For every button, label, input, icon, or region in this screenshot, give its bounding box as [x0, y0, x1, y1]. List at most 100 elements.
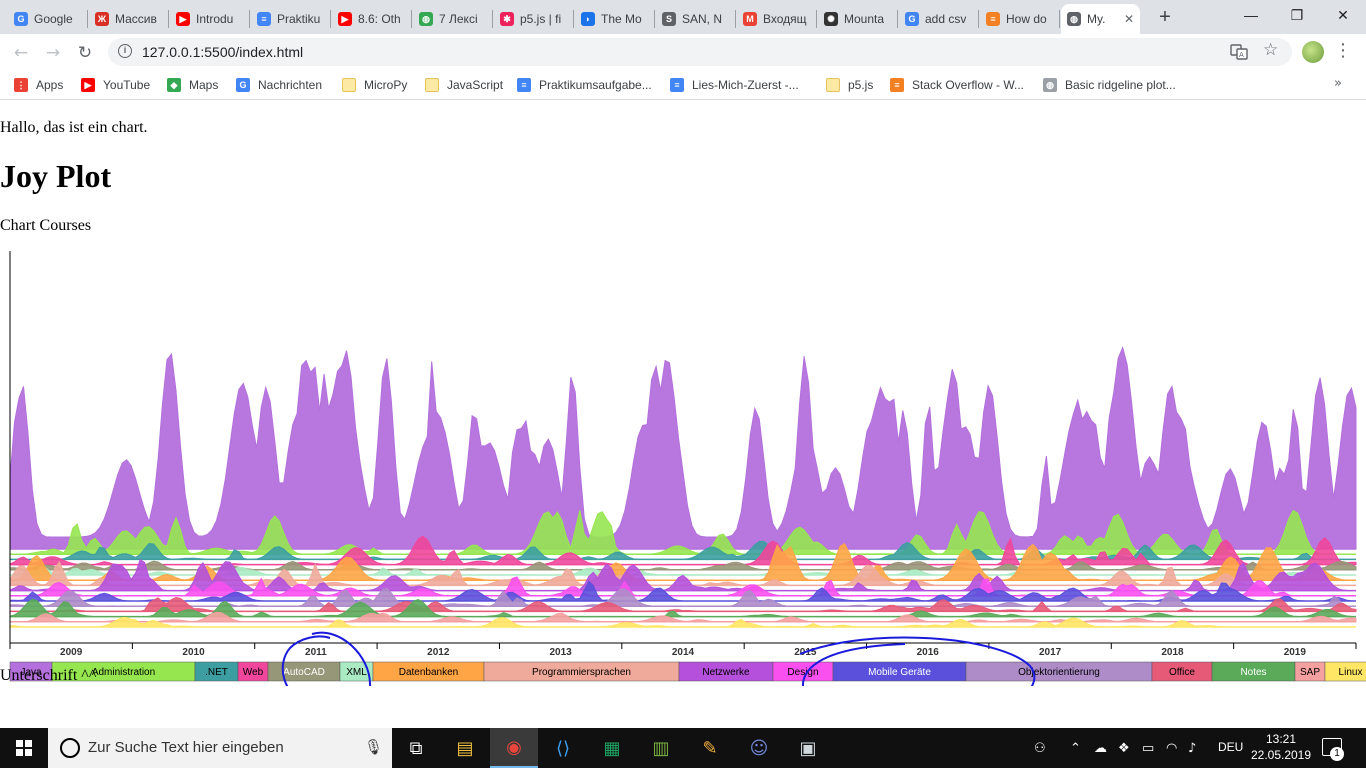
bookmark-label: Basic ridgeline plot...	[1065, 78, 1176, 92]
docs-icon: ≡	[517, 78, 531, 92]
browser-tab[interactable]: ✺ Mounta	[818, 4, 897, 34]
chart-caption: Unterschrift ^^	[0, 667, 97, 684]
back-icon[interactable]: ←	[8, 40, 34, 66]
chrome-menu-icon[interactable]: ⋮	[1334, 40, 1352, 64]
bookmark-item[interactable]: ⋮ Apps	[14, 76, 63, 94]
legend-label[interactable]: Programmiersprachen	[532, 667, 631, 678]
legend-label[interactable]: Mobile Geräte	[868, 667, 931, 678]
vscode-icon[interactable]: ⟨⟩	[539, 728, 587, 768]
notification-badge: 1	[1330, 747, 1344, 761]
battery-icon[interactable]: ▭	[1142, 728, 1154, 768]
discord-icon[interactable]: ☺	[735, 728, 783, 768]
legend-label[interactable]: Office	[1169, 667, 1195, 678]
volume-icon[interactable]: ♪	[1188, 728, 1196, 768]
bookmark-item[interactable]: ≡ Stack Overflow - W...	[890, 76, 1024, 94]
x-tick-label: 2017	[1039, 647, 1062, 658]
people-icon[interactable]: ⚇	[1034, 728, 1046, 768]
browser-tab[interactable]: Gadd csv	[899, 4, 978, 34]
sheets-icon[interactable]: ▦	[588, 728, 636, 768]
close-tab-icon[interactable]: ✕	[1124, 12, 1134, 26]
legend-label[interactable]: Netzwerke	[702, 667, 750, 678]
browser-tab[interactable]: ◍ My. ✕	[1061, 4, 1140, 34]
browser-tab[interactable]: S SAN, N	[656, 4, 735, 34]
legend-label[interactable]: SAP	[1300, 667, 1320, 678]
new-tab-button[interactable]: +	[1152, 6, 1178, 30]
legend-label[interactable]: Linux	[1339, 667, 1363, 678]
more-bookmarks-icon[interactable]: »	[1334, 76, 1342, 91]
browser-tab[interactable]: ✱ p5.js | fi	[494, 4, 573, 34]
site-info-icon[interactable]: i	[118, 44, 132, 58]
legend-label[interactable]: .NET	[205, 667, 228, 678]
cortana-icon	[60, 738, 80, 758]
tab-separator	[411, 10, 412, 28]
google-docs-icon: G	[14, 12, 28, 26]
forward-icon[interactable]: →	[40, 40, 66, 66]
legend-label[interactable]: Datenbanken	[399, 667, 459, 678]
search-placeholder: Zur Suche Text hier eingeben	[88, 739, 284, 756]
flower-icon: ✺	[824, 12, 838, 26]
legend-label[interactable]: AutoCAD	[283, 667, 325, 678]
youtube-icon: ▶	[81, 78, 95, 92]
browser-tab[interactable]: ▶ 8.6: Oth	[332, 4, 411, 34]
microphone-icon[interactable]: 🎙	[364, 738, 383, 756]
paint-icon[interactable]: ✎	[686, 728, 734, 768]
screenshot-icon[interactable]: ▣	[784, 728, 832, 768]
browser-tab[interactable]: M Входящ	[737, 4, 816, 34]
bookmark-item[interactable]: ▶ YouTube	[81, 76, 150, 94]
book-icon: ◗	[581, 12, 595, 26]
language-indicator[interactable]: DEU	[1218, 740, 1243, 754]
taskbar-search[interactable]: Zur Suche Text hier eingeben 🎙	[48, 728, 392, 768]
tab-separator	[654, 10, 655, 28]
close-window-button[interactable]: ✕	[1320, 0, 1366, 34]
explorer-icon[interactable]: ▤	[441, 728, 489, 768]
windows-logo-icon	[16, 740, 32, 756]
onedrive-icon[interactable]: ☁	[1094, 728, 1107, 768]
browser-tab[interactable]: ▶ Introdu	[170, 4, 249, 34]
legend-label[interactable]: Objektorientierung	[1018, 667, 1100, 678]
legend-label[interactable]: Design	[787, 667, 818, 678]
bookmark-item[interactable]: ≡ Praktikumsaufgabe...	[517, 76, 652, 94]
task-view-icon[interactable]: ⧉	[392, 728, 440, 768]
bookmark-item[interactable]: ≡ Lies-Mich-Zuerst -...	[670, 76, 799, 94]
clock[interactable]: 13:21 22.05.2019	[1250, 731, 1312, 763]
profile-avatar[interactable]	[1302, 41, 1324, 63]
legend-label[interactable]: Administration	[92, 667, 155, 678]
tab-label: p5.js | fi	[520, 12, 562, 26]
url-text[interactable]: 127.0.0.1:5500/index.html	[142, 44, 303, 60]
bookmark-star-icon[interactable]: ☆	[1263, 40, 1278, 60]
chrome-icon[interactable]: ◉	[490, 728, 538, 768]
bookmark-item[interactable]: JavaScript	[425, 76, 503, 94]
chart-app-icon[interactable]: ▥	[637, 728, 685, 768]
folder-icon	[425, 78, 439, 92]
browser-tab[interactable]: G Google	[8, 4, 87, 34]
bookmark-item[interactable]: G Nachrichten	[236, 76, 322, 94]
browser-tab[interactable]: ≡ How do	[980, 4, 1059, 34]
bookmark-label: MicroPy	[364, 78, 408, 92]
bookmark-label: Stack Overflow - W...	[912, 78, 1025, 92]
x-tick-label: 2012	[427, 647, 450, 658]
wifi-icon[interactable]: ◠	[1166, 728, 1177, 768]
dropbox-icon[interactable]: ❖	[1118, 728, 1130, 768]
tab-label: 7 Лексі	[439, 12, 478, 26]
browser-tab[interactable]: ◗ The Mo	[575, 4, 654, 34]
browser-tab[interactable]: Ж Массив	[89, 4, 168, 34]
bookmark-label: Praktikumsaufgabe...	[539, 78, 652, 92]
browser-tab[interactable]: ◍ 7 Лексі	[413, 4, 492, 34]
bookmark-item[interactable]: ◍ Basic ridgeline plot...	[1043, 76, 1176, 94]
chart-subtitle: Chart Courses	[0, 217, 92, 234]
legend-label[interactable]: Notes	[1240, 667, 1266, 678]
youtube-icon: ▶	[338, 12, 352, 26]
bookmark-item[interactable]: MicroPy	[342, 76, 407, 94]
legend-label[interactable]: Web	[243, 667, 264, 678]
legend-label[interactable]: XML	[346, 667, 367, 678]
reload-icon[interactable]: ↻	[72, 40, 98, 66]
translate-icon[interactable]: A	[1230, 43, 1248, 61]
minimize-button[interactable]: —	[1228, 0, 1274, 34]
address-bar[interactable]: i 127.0.0.1:5500/index.html A ☆	[108, 38, 1292, 66]
bookmark-item[interactable]: p5.js	[826, 76, 873, 94]
tray-expand-icon[interactable]: ⌃	[1070, 728, 1081, 768]
browser-tab[interactable]: ≡ Praktiku	[251, 4, 330, 34]
bookmark-item[interactable]: ◆ Maps	[167, 76, 218, 94]
maximize-button[interactable]: ❐	[1274, 0, 1320, 34]
start-button[interactable]	[0, 728, 48, 768]
